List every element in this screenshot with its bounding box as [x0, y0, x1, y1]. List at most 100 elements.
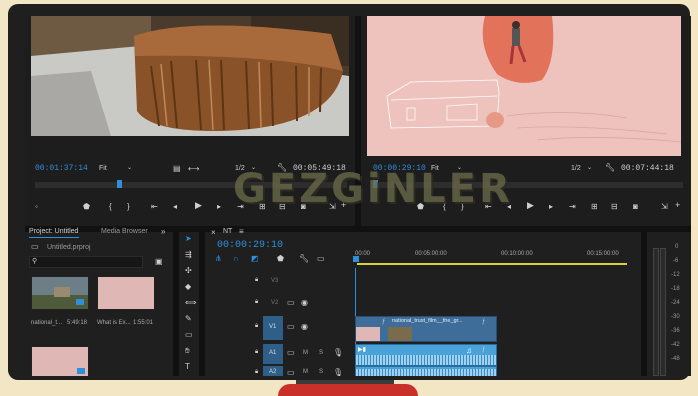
play-icon[interactable]: ▶ — [527, 201, 534, 210]
clip-duration: 1:55:01 — [133, 320, 154, 326]
extract-icon[interactable]: ⊟ — [611, 202, 618, 211]
work-area-bar[interactable] — [357, 263, 627, 265]
source-playhead[interactable] — [117, 180, 122, 188]
premiere-window: 00:01:37:14 Fit ⌄ ▤ ⟷ 1/2 ⌄ 🔧︎ 00:05:49:… — [25, 16, 691, 376]
clip-duration: 5:49:18 — [67, 320, 88, 326]
add-button-icon[interactable]: + — [675, 201, 680, 210]
fx-icon: ƒ — [382, 319, 386, 325]
audio-clip-a1[interactable]: ▶▮ ♫ ƒ — [355, 344, 497, 366]
clip-thumbnail[interactable] — [97, 276, 155, 310]
sync-lock-icon[interactable]: ▭ — [287, 368, 295, 376]
step-back-icon[interactable]: ◂ — [173, 202, 177, 211]
type-tool-icon[interactable]: T — [185, 362, 190, 371]
panel-menu-icon[interactable]: » — [161, 227, 165, 236]
mark-out-brace-icon[interactable]: } — [127, 202, 130, 211]
meter-scale-label: -6 — [673, 258, 679, 264]
pen-tool-icon[interactable]: ✎ — [185, 314, 192, 323]
wrench-icon[interactable]: 🔧︎ — [605, 163, 615, 172]
source-timecode[interactable]: 00:01:37:14 — [35, 164, 88, 173]
audio-waveform — [356, 355, 496, 365]
audio-clip-a2[interactable] — [355, 366, 497, 376]
eye-icon[interactable]: ◉ — [301, 298, 308, 307]
clip-name: national_t... — [31, 320, 63, 326]
watermark: GEZGiNLER — [233, 166, 513, 212]
clip-thumbnail — [356, 327, 380, 341]
rectangle-tool-icon[interactable]: ▭ — [185, 330, 193, 339]
clip-thumbnail[interactable] — [31, 276, 89, 310]
sync-lock-icon[interactable]: ▭ — [287, 348, 295, 357]
camera-icon[interactable]: ◙ — [633, 202, 638, 211]
sync-lock-icon[interactable]: ▭ — [287, 298, 295, 307]
timeline-ruler[interactable]: 00:00 00:05:00:00 00:10:00:00 00:15:00:0… — [353, 250, 641, 268]
linked-selection-icon[interactable]: ∩ — [233, 254, 239, 263]
timeline-playhead-handle[interactable] — [353, 256, 359, 262]
step-forward-icon[interactable]: ▸ — [549, 202, 553, 211]
marker-icon[interactable]: ▤ — [173, 164, 181, 173]
project-panel: Project: Untitled Media Browser » ▭ Unti… — [25, 227, 173, 376]
add-marker-icon[interactable]: ⬟ — [277, 254, 284, 263]
eye-icon[interactable]: ◉ — [301, 322, 308, 331]
hand-tool-icon[interactable]: ✋︎ — [185, 346, 190, 355]
export-frame-icon[interactable]: ⇲ — [661, 202, 668, 211]
go-to-in-icon[interactable]: ⇤ — [151, 202, 158, 211]
timeline-toolbar: ⋔ ∩ ◩ ⬟ 🔧︎ ▭ — [213, 254, 343, 264]
program-video-frame — [367, 16, 681, 156]
lock-icon[interactable]: 🔒︎ — [255, 298, 258, 307]
captions-icon[interactable]: ▭ — [317, 254, 325, 263]
microphone-icon[interactable]: 🎙︎ — [333, 368, 343, 376]
source-fit-select[interactable]: Fit — [99, 165, 107, 172]
close-icon[interactable]: × — [211, 228, 216, 237]
play-icon[interactable]: ▶ — [195, 201, 202, 210]
project-item[interactable]: What is Ex... 1:55:01 — [97, 276, 155, 342]
slip-tool-icon[interactable]: ⟺ — [185, 298, 196, 307]
search-icon: ⚲ — [32, 258, 38, 265]
new-bin-icon[interactable]: ▣ — [155, 257, 163, 266]
lock-icon[interactable]: 🔒︎ — [255, 276, 258, 285]
chevron-down-icon[interactable]: ⌄ — [587, 164, 592, 173]
mute-button[interactable]: M — [303, 350, 308, 356]
trim-icon[interactable]: ⟷ — [188, 164, 199, 173]
wrench-icon[interactable]: 🔧︎ — [299, 254, 309, 263]
track-label: V3 — [271, 278, 279, 284]
lock-icon[interactable]: 🔒︎ — [255, 368, 258, 376]
video-clip[interactable]: ƒ national_trust_film__the_gr... ƒ — [355, 316, 497, 342]
sync-lock-icon[interactable]: ▭ — [287, 322, 295, 331]
go-to-out-icon[interactable]: ⇥ — [569, 202, 576, 211]
audio-icon: ▶▮ — [358, 347, 366, 353]
track-label: V2 — [271, 300, 279, 306]
add-marker-icon[interactable]: ⬟ — [83, 202, 90, 211]
program-resolution-select[interactable]: 1/2 — [571, 165, 581, 172]
lock-icon[interactable]: 🔒︎ — [255, 348, 258, 357]
project-item[interactable]: national_t... 5:49:18 — [31, 276, 89, 342]
mute-button[interactable]: M — [303, 369, 308, 375]
microphone-icon[interactable]: 🎙︎ — [333, 348, 343, 357]
sequence-tab[interactable]: NT — [223, 228, 232, 235]
step-forward-icon[interactable]: ▸ — [217, 202, 221, 211]
ripple-edit-icon[interactable]: ✣ — [185, 266, 192, 275]
timeline-timecode[interactable]: 00:00:29:10 — [217, 240, 283, 251]
meter-scale-label: -36 — [671, 328, 680, 334]
selection-tool-icon[interactable]: ➤ — [185, 234, 192, 243]
folder-icon: ▭ — [31, 242, 39, 251]
clip-label: national_trust_film__the_gr... — [392, 318, 463, 324]
lift-icon[interactable]: ⊞ — [591, 202, 598, 211]
project-search-input[interactable] — [29, 256, 143, 268]
snap-icon[interactable]: ⋔ — [215, 254, 222, 263]
menu-icon[interactable]: ≡ — [239, 227, 244, 236]
mark-in-brace-icon[interactable]: { — [109, 202, 112, 211]
meter-scale-label: 0 — [675, 244, 679, 250]
razor-tool-icon[interactable]: ◆ — [185, 282, 191, 291]
sequence-badge — [77, 368, 85, 374]
solo-button[interactable]: S — [319, 350, 323, 356]
monitor-stand-base — [278, 384, 418, 396]
mark-in-icon[interactable]: ◦ — [35, 202, 38, 211]
project-item[interactable] — [31, 346, 89, 376]
tab-project[interactable]: Project: Untitled — [29, 228, 78, 235]
track-select-icon[interactable]: ⇶ — [185, 250, 192, 259]
chevron-down-icon[interactable]: ⌄ — [127, 164, 132, 173]
solo-button[interactable]: S — [319, 369, 323, 375]
lock-icon[interactable]: 🔒︎ — [255, 322, 258, 331]
nest-icon[interactable]: ◩ — [251, 254, 259, 263]
track-label: A1 — [269, 350, 277, 356]
tab-media-browser[interactable]: Media Browser — [101, 228, 148, 235]
